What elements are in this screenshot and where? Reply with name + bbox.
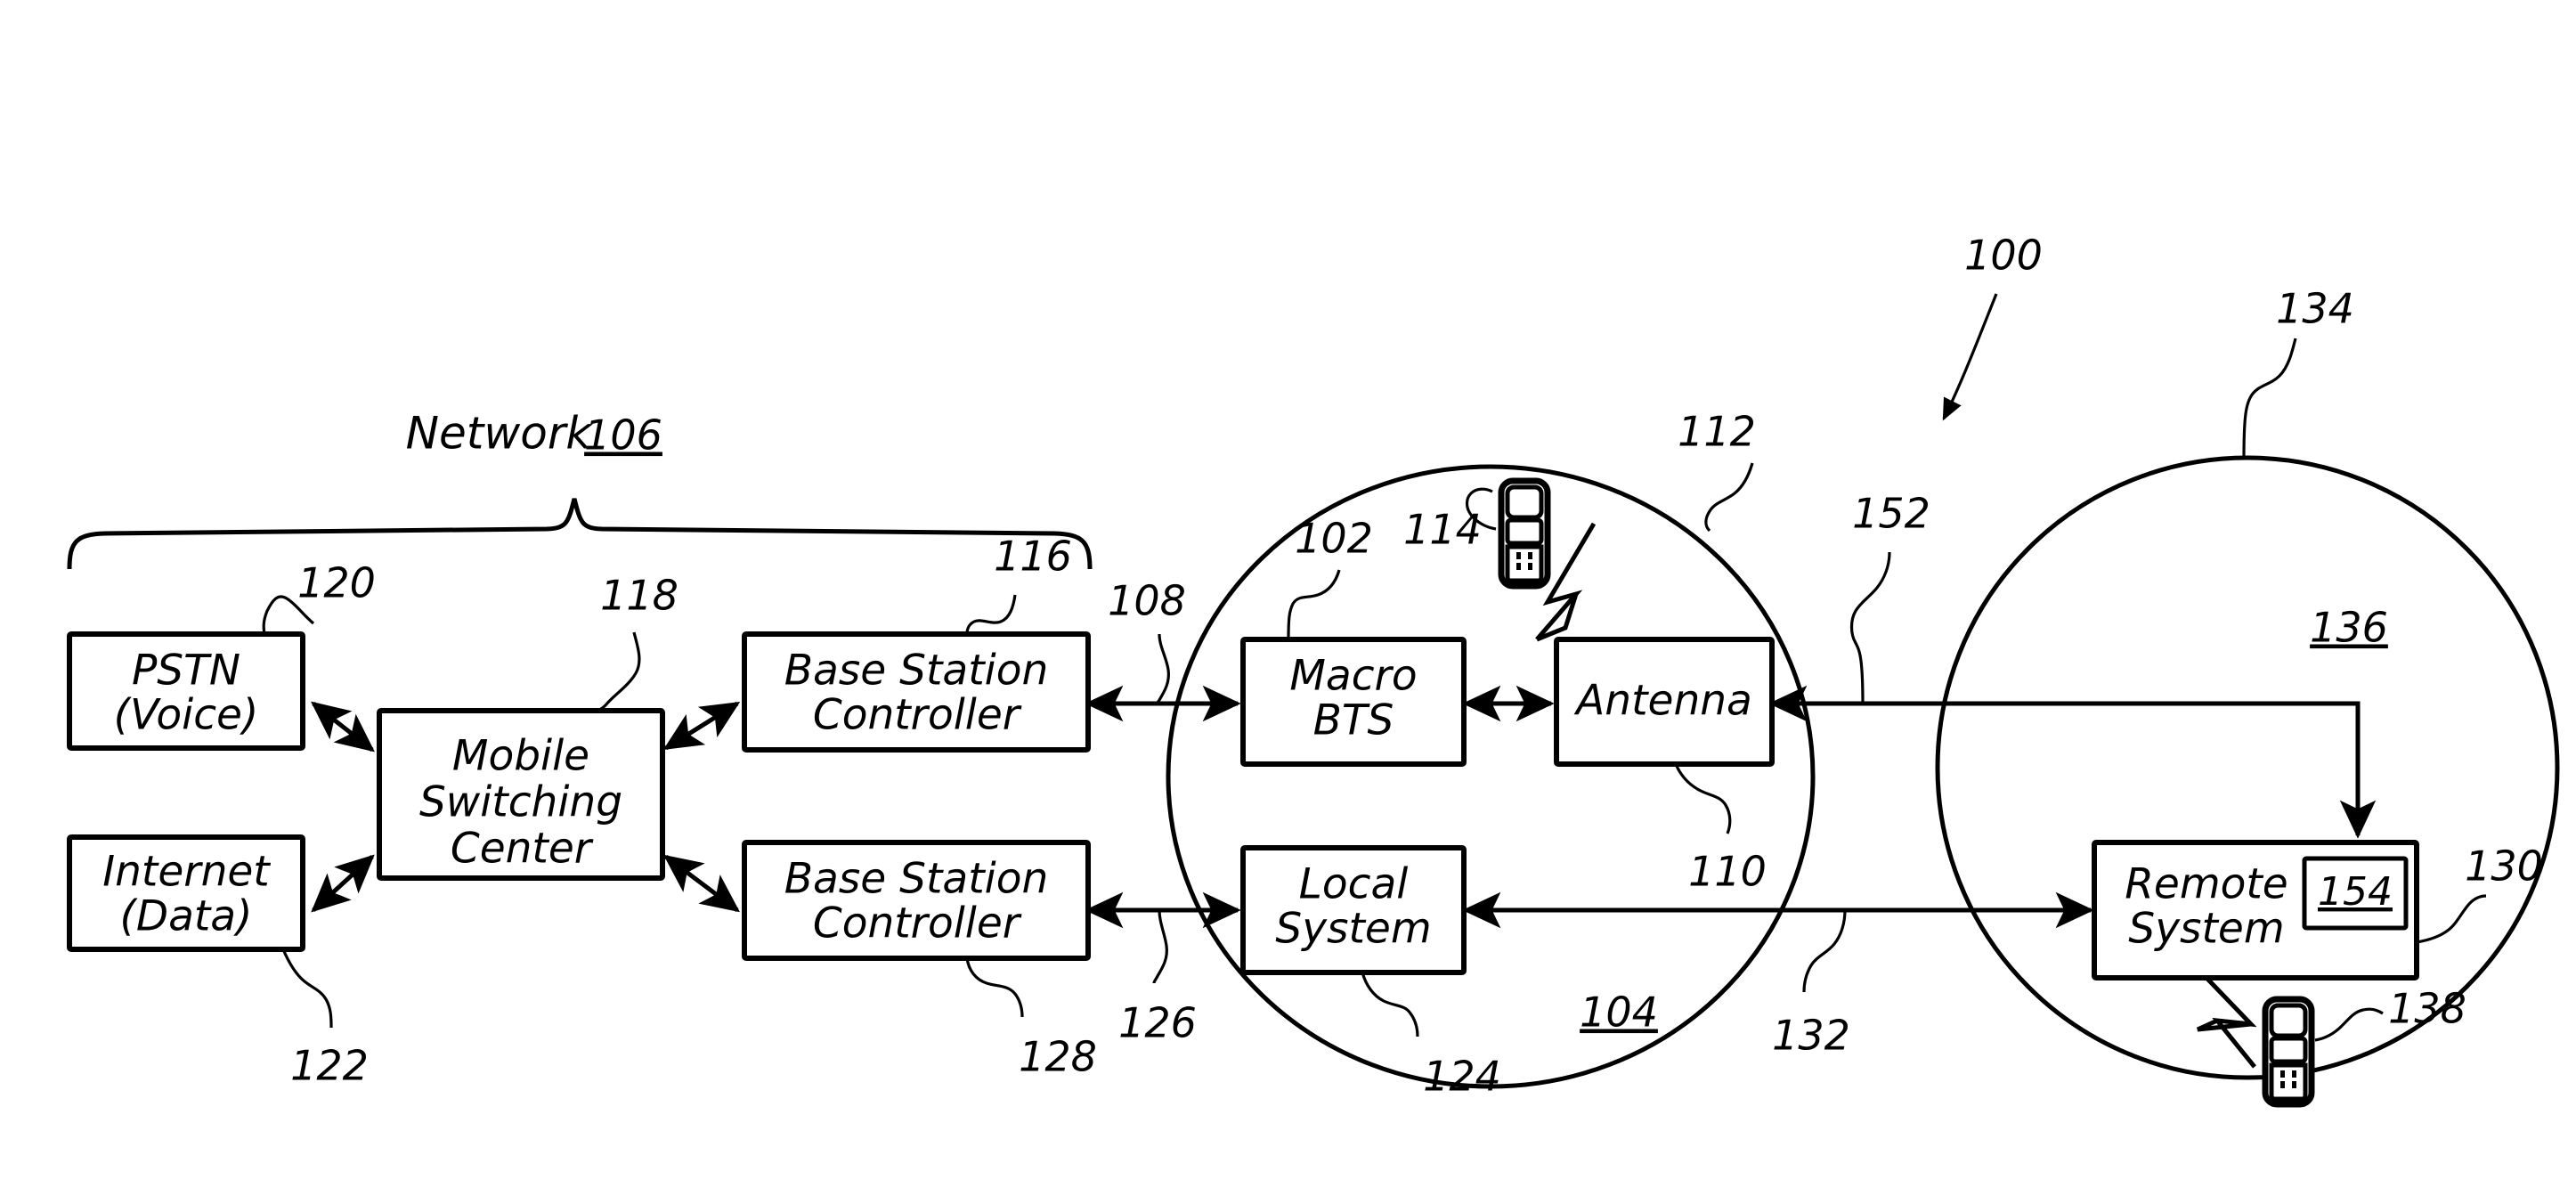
- box-remote-line2: System: [2128, 905, 2284, 954]
- box-base-station-controller-1[interactable]: Base Station Controller: [742, 631, 1091, 753]
- box-base-station-controller-2[interactable]: Base Station Controller: [742, 840, 1091, 961]
- ref-100: 100: [1964, 232, 2043, 280]
- ref-120: 120: [297, 559, 376, 607]
- box-remote-system[interactable]: Remote System 154: [2092, 840, 2419, 981]
- ref-124: 124: [1423, 1053, 1501, 1101]
- box-macro-bts[interactable]: Macro BTS: [1240, 637, 1467, 767]
- leader-126: [1152, 909, 1168, 984]
- box-bsc1-line1: Base Station: [784, 647, 1048, 696]
- ref-122: 122: [290, 1042, 369, 1090]
- box-pstn[interactable]: PSTN (Voice): [67, 631, 305, 751]
- ref-116: 116: [994, 533, 1072, 581]
- box-bsc1-line2: Controller: [813, 691, 1022, 740]
- box-bsc2-line2: Controller: [813, 899, 1022, 948]
- leader-134: [2242, 338, 2297, 460]
- ref-126: 126: [1118, 999, 1197, 1047]
- ref-130: 130: [2465, 842, 2543, 891]
- link-antenna-remote-154: [1768, 685, 2377, 839]
- ref-118: 118: [600, 572, 679, 620]
- link-internet-msc: [311, 854, 375, 913]
- box-macro-line1: Macro: [1289, 652, 1417, 701]
- box-local-line2: System: [1275, 905, 1431, 954]
- ref-134: 134: [2276, 285, 2354, 333]
- ref-128: 128: [1019, 1033, 1097, 1081]
- box-remote-line1: Remote: [2125, 860, 2288, 909]
- link-pstn-msc: [311, 701, 375, 753]
- ref-152: 152: [1852, 490, 1930, 538]
- ref-110: 110: [1688, 848, 1767, 896]
- link-msc-bsc2: [663, 854, 740, 913]
- leader-112: [1704, 462, 1754, 533]
- leader-124: [1361, 972, 1419, 1037]
- box-mobile-switching-center[interactable]: Mobile Switching Center: [377, 708, 665, 881]
- mobile-phone-114: [1498, 477, 1551, 590]
- leader-116: [965, 594, 1017, 635]
- local-cell-ellipse: [1166, 464, 1816, 1089]
- ref-108: 108: [1108, 577, 1186, 625]
- leader-110: [1674, 763, 1732, 834]
- box-local-line1: Local: [1299, 860, 1409, 909]
- mobile-phone-138: [2262, 996, 2315, 1108]
- box-remote-inner-154-label: 154: [2318, 869, 2393, 915]
- leader-102: [1287, 569, 1341, 640]
- ref-114: 114: [1403, 506, 1482, 554]
- box-antenna-label: Antenna: [1573, 677, 1752, 726]
- box-internet-line2: (Data): [120, 892, 253, 941]
- leader-138: [2314, 1007, 2384, 1042]
- leader-132: [1802, 909, 1847, 993]
- box-antenna[interactable]: Antenna: [1554, 637, 1775, 767]
- leader-122: [281, 948, 333, 1029]
- leader-108: [1155, 633, 1170, 705]
- network-group-title: Network: [406, 408, 594, 460]
- ref-112: 112: [1678, 408, 1756, 456]
- leader-152: [1849, 551, 1891, 704]
- box-macro-line2: BTS: [1313, 696, 1394, 745]
- box-pstn-line1: PSTN: [132, 647, 240, 696]
- box-msc-line3: Center: [451, 825, 594, 874]
- box-pstn-line2: (Voice): [114, 691, 259, 740]
- box-msc-line1: Mobile: [452, 732, 589, 781]
- leader-130: [2416, 894, 2487, 944]
- patent-figure-root: Network 106 100 PSTN (Voice) Internet (D…: [0, 0, 2576, 1188]
- box-local-system[interactable]: Local System: [1240, 845, 1467, 975]
- network-group-ref: 106: [584, 411, 662, 460]
- link-msc-bsc1: [662, 701, 741, 751]
- ref-136: 136: [2310, 604, 2388, 652]
- ref-104: 104: [1580, 989, 1658, 1037]
- ref-138: 138: [2388, 985, 2466, 1033]
- rf-bolt-icon-138: [2196, 976, 2257, 1069]
- ref-132: 132: [1772, 1012, 1850, 1060]
- ref-102: 102: [1295, 515, 1373, 563]
- box-msc-line2: Switching: [419, 778, 622, 827]
- leader-128: [965, 957, 1024, 1018]
- box-internet-line1: Internet: [102, 848, 271, 897]
- box-internet[interactable]: Internet (Data): [67, 834, 305, 952]
- box-bsc2-line1: Base Station: [784, 855, 1048, 904]
- network-group-brace: [67, 498, 1093, 570]
- leader-118: [594, 631, 641, 712]
- system-ref-arrow: [1942, 293, 1998, 421]
- wireless-network-diagram: Network 106 100 PSTN (Voice) Internet (D…: [67, 232, 2560, 1108]
